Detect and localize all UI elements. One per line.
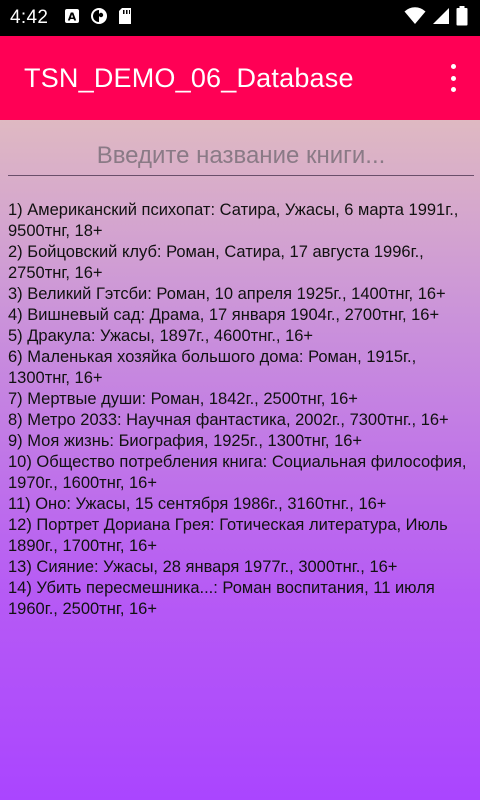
list-item[interactable]: 4) Вишневый сад: Драма, 17 января 1904г.… bbox=[8, 305, 472, 326]
sd-card-icon bbox=[118, 7, 132, 29]
status-icons-left: A bbox=[64, 7, 132, 29]
list-item[interactable]: 1) Американский психопат: Сатира, Ужасы,… bbox=[8, 200, 472, 242]
list-item[interactable]: 8) Метро 2033: Научная фантастика, 2002г… bbox=[8, 410, 472, 431]
list-item[interactable]: 3) Великий Гэтсби: Роман, 10 апреля 1925… bbox=[8, 284, 472, 305]
sync-icon bbox=[90, 7, 108, 29]
wifi-icon bbox=[404, 7, 426, 29]
app-title: TSN_DEMO_06_Database bbox=[24, 62, 354, 93]
svg-text:A: A bbox=[68, 11, 77, 24]
search-input[interactable] bbox=[8, 136, 474, 175]
overflow-menu-icon[interactable] bbox=[446, 64, 460, 92]
list-item[interactable]: 14) Убить пересмешника...: Роман воспита… bbox=[8, 578, 472, 620]
signal-icon bbox=[432, 7, 450, 29]
status-time: 4:42 bbox=[10, 7, 49, 28]
status-bar: 4:42 A bbox=[0, 0, 480, 36]
list-item[interactable]: 9) Моя жизнь: Биография, 1925г., 1300тнг… bbox=[8, 431, 472, 452]
list-item[interactable]: 12) Портрет Дориана Грея: Готическая лит… bbox=[8, 515, 472, 557]
list-item[interactable]: 7) Мертвые души: Роман, 1842г., 2500тнг,… bbox=[8, 389, 472, 410]
list-item[interactable]: 11) Оно: Ужасы, 15 сентября 1986г., 3160… bbox=[8, 494, 472, 515]
battery-icon bbox=[456, 6, 468, 30]
main-content: 1) Американский психопат: Сатира, Ужасы,… bbox=[0, 120, 480, 800]
list-item[interactable]: 2) Бойцовский клуб: Роман, Сатира, 17 ав… bbox=[8, 242, 472, 284]
font-a-icon: A bbox=[64, 8, 80, 28]
list-item[interactable]: 5) Дракула: Ужасы, 1897г., 4600тнг., 16+ bbox=[8, 326, 472, 347]
search-field bbox=[8, 136, 474, 176]
list-item[interactable]: 13) Сияние: Ужасы, 28 января 1977г., 300… bbox=[8, 557, 472, 578]
list-item[interactable]: 6) Маленькая хозяйка большого дома: Рома… bbox=[8, 347, 472, 389]
book-list: 1) Американский психопат: Сатира, Ужасы,… bbox=[8, 200, 472, 620]
app-bar: TSN_DEMO_06_Database bbox=[0, 36, 480, 120]
list-item[interactable]: 10) Общество потребления книга: Социальн… bbox=[8, 452, 472, 494]
status-icons-right bbox=[404, 0, 468, 36]
